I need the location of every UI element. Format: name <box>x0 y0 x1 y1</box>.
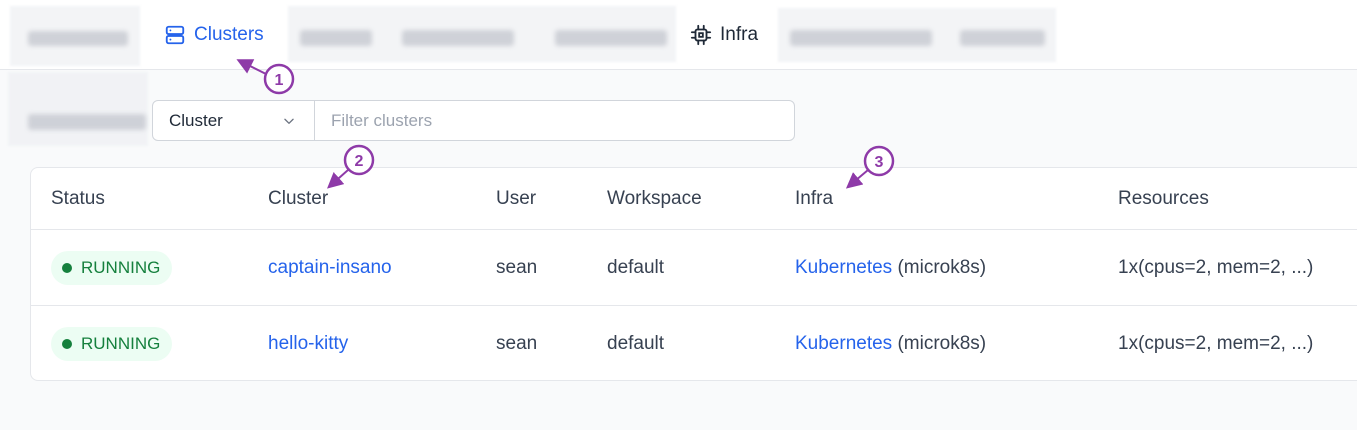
infra-cell: Kubernetes (microk8s) <box>795 257 986 279</box>
redacted-tab[interactable] <box>300 30 372 46</box>
filter-field-value: Cluster <box>169 110 223 130</box>
status-badge: RUNNING <box>51 250 173 285</box>
column-header-user[interactable]: User <box>496 188 536 210</box>
infra-detail: (microk8s) <box>897 256 987 278</box>
infra-link[interactable]: Kubernetes <box>795 333 892 354</box>
tab-clusters[interactable]: Clusters <box>164 0 264 70</box>
filter-clusters-input[interactable] <box>315 101 794 140</box>
column-header-infra[interactable]: Infra <box>795 188 833 210</box>
redacted-tab[interactable] <box>790 30 932 46</box>
column-header-status[interactable]: Status <box>51 188 105 210</box>
column-header-cluster[interactable]: Cluster <box>268 188 328 210</box>
cluster-filter: Cluster <box>152 100 795 141</box>
table-row: RUNNING captain-insano sean default Kube… <box>31 230 1357 306</box>
redacted-logo <box>28 31 128 46</box>
tab-infra[interactable]: Infra <box>690 0 758 70</box>
chevron-down-icon <box>284 118 294 124</box>
redacted-tab[interactable] <box>960 30 1045 46</box>
user-cell: sean <box>496 332 538 354</box>
status-dot-icon <box>62 262 72 273</box>
redacted-tab[interactable] <box>402 30 514 46</box>
column-header-resources[interactable]: Resources <box>1118 188 1209 210</box>
status-dot-icon <box>62 338 72 349</box>
redacted-label <box>28 114 146 130</box>
infra-detail: (microk8s) <box>897 332 987 354</box>
status-text: RUNNING <box>81 333 161 353</box>
workspace-cell: default <box>607 256 665 278</box>
redacted-tab[interactable] <box>555 30 667 46</box>
server-stack-icon <box>165 25 185 45</box>
clusters-table: Status Cluster User Workspace Infra Reso… <box>30 167 1357 381</box>
infra-cell: Kubernetes (microk8s) <box>795 333 986 355</box>
cluster-link[interactable]: hello-kitty <box>268 333 348 355</box>
user-cell: sean <box>496 256 538 278</box>
table-row: RUNNING hello-kitty sean default Kuberne… <box>31 306 1357 381</box>
workspace-cell: default <box>607 332 665 354</box>
column-header-workspace[interactable]: Workspace <box>607 188 702 210</box>
resources-cell: 1x(cpus=2, mem=2, ...) <box>1118 332 1314 354</box>
status-text: RUNNING <box>81 257 161 277</box>
status-badge: RUNNING <box>51 326 173 361</box>
infra-link[interactable]: Kubernetes <box>795 257 892 278</box>
filter-field-select[interactable]: Cluster <box>153 101 315 140</box>
tab-infra-label: Infra <box>720 24 759 45</box>
table-header: Status Cluster User Workspace Infra Reso… <box>31 168 1357 230</box>
cluster-link[interactable]: captain-insano <box>268 257 392 279</box>
chip-icon <box>690 24 712 46</box>
top-nav: Clusters Infra <box>0 0 1357 70</box>
resources-cell: 1x(cpus=2, mem=2, ...) <box>1118 256 1314 278</box>
svg-text:1: 1 <box>275 72 284 89</box>
tab-clusters-label: Clusters <box>194 24 264 45</box>
